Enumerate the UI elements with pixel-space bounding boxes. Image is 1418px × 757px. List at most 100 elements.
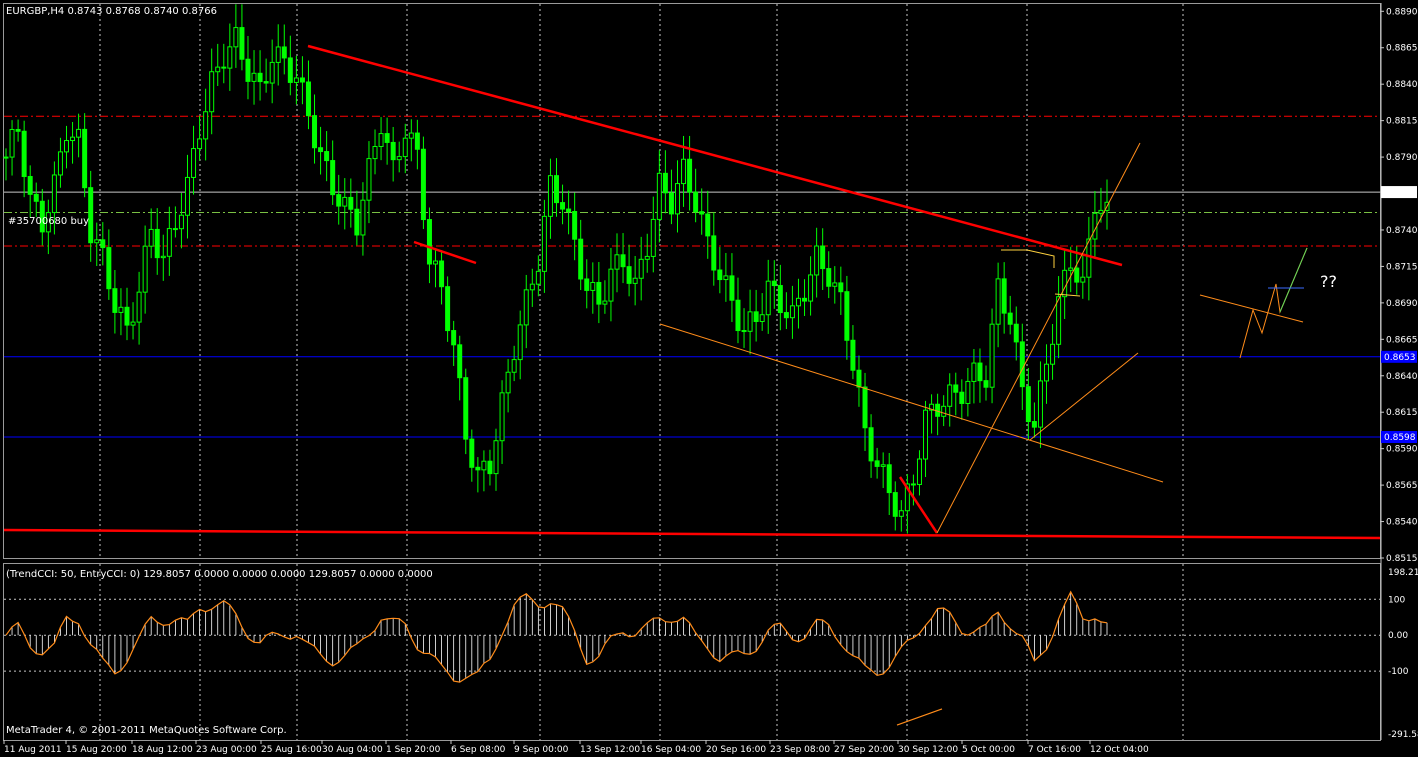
candle-body — [221, 66, 227, 69]
candle-body — [681, 158, 687, 185]
candle-body — [965, 380, 971, 404]
candle-body — [789, 305, 795, 319]
candle-body — [711, 235, 717, 271]
base-support-line — [3, 528, 1381, 540]
candle-body — [142, 245, 148, 293]
candle-body — [814, 245, 820, 276]
time-tick-label: 7 Oct 16:00 — [1028, 745, 1081, 755]
candle-body — [632, 277, 638, 284]
candle-body — [336, 194, 342, 207]
candle-body — [795, 297, 801, 307]
candle-body — [547, 175, 553, 217]
candle-body — [523, 289, 529, 326]
candle-body — [759, 314, 765, 322]
candle-body — [287, 57, 293, 83]
candle-body — [717, 269, 723, 281]
order-label: #35700680 buy — [8, 216, 89, 227]
candle-body — [620, 254, 626, 268]
candle-body — [566, 208, 572, 213]
candle-body — [898, 510, 904, 517]
candle-body — [838, 282, 844, 293]
candle-body — [1056, 296, 1062, 345]
candle-body — [257, 72, 263, 83]
candle-body — [953, 384, 959, 393]
candle-body — [983, 380, 989, 388]
candle-body — [1001, 278, 1007, 314]
candle-body — [753, 311, 759, 322]
price-tick-label: 0.8590 — [1386, 445, 1418, 455]
candle-body — [693, 191, 699, 213]
candle-body — [650, 218, 656, 257]
uptrend-line — [936, 142, 1141, 534]
short-trend-line — [413, 240, 477, 265]
candle-body — [348, 196, 354, 210]
candle-body — [493, 440, 499, 475]
cci-indicator — [4, 590, 1380, 726]
candle-body — [517, 324, 523, 361]
candle-body — [118, 306, 124, 313]
candle-body — [70, 136, 76, 142]
candle-body — [941, 405, 947, 417]
candle-body — [499, 392, 505, 442]
candle-body — [1050, 343, 1056, 365]
candle-body — [469, 438, 475, 468]
candle-body — [977, 362, 983, 382]
price-tick-label: 0.8565 — [1386, 481, 1418, 491]
candle-body — [856, 369, 862, 388]
cci-scale: 198.215 100 0.00 -100 -291.589 — [1388, 568, 1418, 740]
candle-body — [923, 409, 929, 460]
candle-body — [1031, 421, 1037, 428]
candle-body — [535, 270, 541, 285]
candle-body — [51, 174, 57, 214]
candle-body — [378, 133, 384, 148]
candle-body — [602, 300, 608, 305]
candle-body — [886, 464, 892, 494]
candle-body — [76, 128, 82, 138]
candle-body — [674, 183, 680, 215]
time-tick-label: 9 Sep 00:00 — [514, 745, 569, 755]
candle-body — [342, 196, 348, 207]
candle-body — [590, 281, 596, 291]
candle-body — [15, 128, 21, 132]
price-tick-label: 0.8640 — [1386, 372, 1418, 382]
candle-body — [390, 141, 396, 161]
candle-body — [426, 219, 432, 265]
price-scale: 0.8890 0.8865 0.8840 0.8815 0.8790 0.8766 0.87… — [1380, 7, 1418, 564]
time-tick-label: 23 Sep 08:00 — [770, 745, 830, 755]
candle-body — [656, 172, 662, 220]
chart-canvas[interactable]: 0.8890 0.8865 0.8840 0.8815 0.8790 0.8766 0.87… — [0, 0, 1418, 757]
support-price-text: 0.8653 — [1384, 353, 1416, 363]
candle-body — [614, 254, 620, 270]
candle-body — [910, 483, 916, 486]
candle-body — [463, 377, 469, 440]
candle-body — [112, 288, 118, 313]
time-tick-label: 20 Sep 16:00 — [706, 745, 766, 755]
candle-body — [1074, 267, 1080, 283]
candle-body — [396, 156, 402, 161]
candle-body — [239, 27, 245, 60]
candle-body — [3, 156, 9, 159]
candle-body — [384, 133, 390, 143]
candle-body — [293, 77, 299, 83]
time-tick-label: 23 Aug 00:00 — [196, 745, 257, 755]
candle-body — [408, 132, 414, 139]
candle-body — [705, 213, 711, 237]
candle-body — [741, 330, 747, 333]
candle-body — [124, 306, 130, 326]
candle-body — [820, 245, 826, 270]
candle-body — [1098, 209, 1104, 214]
candle-body — [578, 238, 584, 280]
time-tick-label: 25 Aug 16:00 — [261, 745, 322, 755]
symbol-info: EURGBP,H4 0.8743 0.8768 0.8740 0.8766 — [6, 6, 217, 17]
candle-body — [1013, 323, 1019, 343]
candle-body — [1019, 341, 1025, 388]
projection-line — [1199, 294, 1304, 323]
candle-body — [868, 427, 874, 462]
candle-body — [844, 291, 850, 341]
candle-body — [209, 71, 215, 113]
candle-body — [402, 137, 408, 158]
candle-body — [166, 228, 172, 257]
candle-body — [699, 211, 705, 215]
candle-body — [372, 146, 378, 160]
candle-body — [995, 278, 1001, 325]
